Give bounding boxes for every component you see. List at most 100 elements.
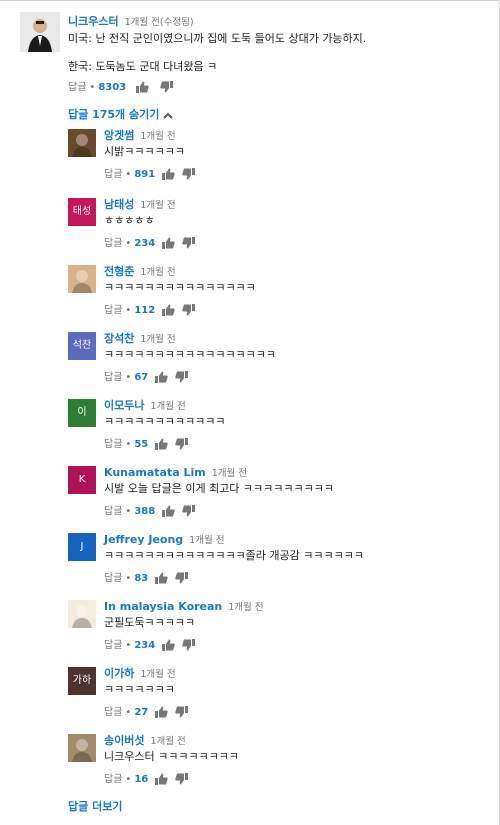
avatar[interactable]: 석찬: [68, 332, 96, 360]
reply-author[interactable]: Jeffrey Jeong: [104, 533, 183, 546]
like-count: 67: [134, 372, 149, 383]
reply-time[interactable]: 1개월 전: [140, 200, 175, 211]
thumbs-up-icon[interactable]: [162, 304, 175, 316]
avatar[interactable]: K: [68, 466, 96, 494]
reply-button[interactable]: 답글: [104, 305, 122, 316]
avatar-photo-icon: [68, 734, 96, 762]
avatar[interactable]: J: [68, 533, 96, 561]
avatar[interactable]: 태성: [68, 198, 96, 226]
reply-author[interactable]: In malaysia Korean: [104, 600, 222, 613]
reply-author[interactable]: 전형준: [104, 265, 134, 278]
thumbs-down-icon[interactable]: [175, 706, 189, 718]
avatar-photo-icon: [68, 600, 96, 628]
thumbs-up-icon[interactable]: [155, 572, 168, 584]
reply-author[interactable]: 앙겟썸: [104, 129, 134, 142]
comment-text-line-2: 한국: 도둑놈도 군대 다녀왔음 ㅋ: [68, 60, 218, 73]
reply-author[interactable]: Kunamatata Lim: [104, 466, 206, 479]
reply-actions: 답글 • 234: [104, 235, 484, 253]
thumbs-down-icon[interactable]: [182, 639, 196, 651]
reply-actions: 답글 • 112: [104, 302, 484, 320]
reply-button[interactable]: 답글: [104, 707, 122, 718]
avatar-initials: 이: [77, 407, 87, 418]
reply-time[interactable]: 1개월 전: [189, 535, 224, 546]
thumbs-up-icon[interactable]: [162, 168, 175, 180]
thumbs-down-icon[interactable]: [182, 505, 196, 517]
reply-time[interactable]: 1개월 전: [150, 736, 185, 747]
like-count: 891: [134, 169, 156, 180]
reply-comment: K Kunamatata Lim 1개월 전 시발 오늘 답글은 이게 최고다 ㅋㅋㅋ…: [68, 466, 488, 526]
reply-text: ㅎㅎㅎㅎㅎ: [104, 214, 155, 227]
reply-actions: 답글 • 27: [104, 704, 484, 722]
reply-actions: 답글 • 16: [104, 771, 484, 789]
reply-time[interactable]: 1개월 전: [140, 334, 175, 345]
reply-author[interactable]: 장석찬: [104, 332, 134, 345]
thumbs-down-icon[interactable]: [182, 304, 196, 316]
reply-author[interactable]: 이모두나: [104, 399, 144, 412]
thumbs-down-icon[interactable]: [182, 237, 196, 249]
reply-time[interactable]: 1개월 전: [150, 401, 185, 412]
reply-comment: In malaysia Korean 1개월 전 군필도둑ㅋㅋㅋㅋㅋ 답글 • 234: [68, 600, 488, 660]
like-count: 83: [134, 573, 149, 584]
reply-author[interactable]: 송이버섯: [104, 734, 144, 747]
reply-button[interactable]: 답글: [104, 372, 122, 383]
reply-text: ㅋㅋㅋㅋㅋㅋㅋ: [104, 683, 175, 696]
avatar[interactable]: 이: [68, 399, 96, 427]
like-count: 55: [134, 439, 149, 450]
like-count: 234: [134, 238, 156, 249]
comment-text-line-1: 미국: 난 전직 군인이였으니까 집에 도둑 들어도 상대가 가능하지.: [68, 32, 367, 45]
hide-replies-label: 답글 175개 숨기기: [68, 108, 160, 121]
reply-comment: 가하 이가하 1개월 전 ㅋㅋㅋㅋㅋㅋㅋ 답글 • 27: [68, 667, 488, 727]
thumbs-down-icon[interactable]: [182, 168, 196, 180]
avatar[interactable]: [20, 12, 60, 52]
thumbs-up-icon[interactable]: [162, 639, 175, 651]
reply-text: 군필도둑ㅋㅋㅋㅋㅋ: [104, 616, 196, 629]
thumbs-up-icon[interactable]: [155, 706, 168, 718]
reply-time[interactable]: 1개월 전: [212, 468, 247, 479]
avatar-initials: 태성: [72, 206, 92, 217]
reply-comment: 석찬 장석찬 1개월 전 ㅋㅋㅋㅋㅋㅋㅋㅋㅋㅋㅋㅋㅋㅋㅋㅋㅋ 답글 • 67: [68, 332, 488, 392]
reply-button[interactable]: 답글: [104, 238, 122, 249]
comment-author[interactable]: 니크우스터: [68, 15, 119, 28]
thumbs-down-icon[interactable]: [159, 81, 173, 93]
hide-replies-button[interactable]: 답글 175개 숨기기: [68, 106, 174, 122]
reply-button[interactable]: 답글: [104, 506, 122, 517]
reply-text: 니크우스터 ㅋㅋㅋㅋㅋㅋㅋㅋ: [104, 750, 240, 763]
reply-time[interactable]: 1개월 전: [228, 602, 263, 613]
thumbs-up-icon[interactable]: [155, 438, 168, 450]
thumbs-up-icon[interactable]: [136, 81, 150, 93]
comment-time[interactable]: 1개월 전(수정됨): [125, 17, 194, 28]
like-count: 27: [134, 707, 149, 718]
avatar-initials: K: [78, 474, 86, 485]
reply-button[interactable]: 답글: [104, 439, 122, 450]
thumbs-down-icon[interactable]: [175, 572, 189, 584]
thumbs-up-icon[interactable]: [162, 237, 175, 249]
reply-time[interactable]: 1개월 전: [140, 131, 175, 142]
avatar[interactable]: [68, 265, 96, 293]
reply-button[interactable]: 답글: [68, 82, 86, 93]
reply-button[interactable]: 답글: [104, 169, 122, 180]
reply-text: ㅋㅋㅋㅋㅋㅋㅋㅋㅋㅋㅋㅋㅋㅋㅋㅋㅋ: [104, 348, 277, 361]
reply-text: 시밝ㅋㅋㅋㅋㅋㅋ: [104, 145, 185, 158]
avatar-photo-icon: [68, 265, 96, 293]
thumbs-up-icon[interactable]: [155, 773, 168, 785]
reply-actions: 답글 • 388: [104, 503, 484, 521]
thumbs-down-icon[interactable]: [175, 773, 189, 785]
thumbs-down-icon[interactable]: [175, 438, 189, 450]
reply-time[interactable]: 1개월 전: [140, 267, 175, 278]
reply-time[interactable]: 1개월 전: [140, 669, 175, 680]
avatar[interactable]: 가하: [68, 667, 96, 695]
reply-text: ㅋㅋㅋㅋㅋㅋㅋㅋㅋㅋㅋㅋㅋㅋ졸라 개공감 ㅋㅋㅋㅋㅋㅋ: [104, 549, 364, 562]
show-more-replies-button[interactable]: 답글 더보기: [68, 798, 122, 814]
thumbs-down-icon[interactable]: [175, 371, 189, 383]
reply-button[interactable]: 답글: [104, 573, 122, 584]
avatar[interactable]: [68, 600, 96, 628]
reply-author[interactable]: 남태성: [104, 198, 134, 211]
reply-button[interactable]: 답글: [104, 774, 122, 785]
thumbs-up-icon[interactable]: [155, 371, 168, 383]
reply-author[interactable]: 이가하: [104, 667, 134, 680]
avatar[interactable]: [68, 734, 96, 762]
thumbs-up-icon[interactable]: [162, 505, 175, 517]
avatar[interactable]: [68, 129, 96, 157]
reply-button[interactable]: 답글: [104, 640, 122, 651]
like-count: 112: [134, 305, 156, 316]
